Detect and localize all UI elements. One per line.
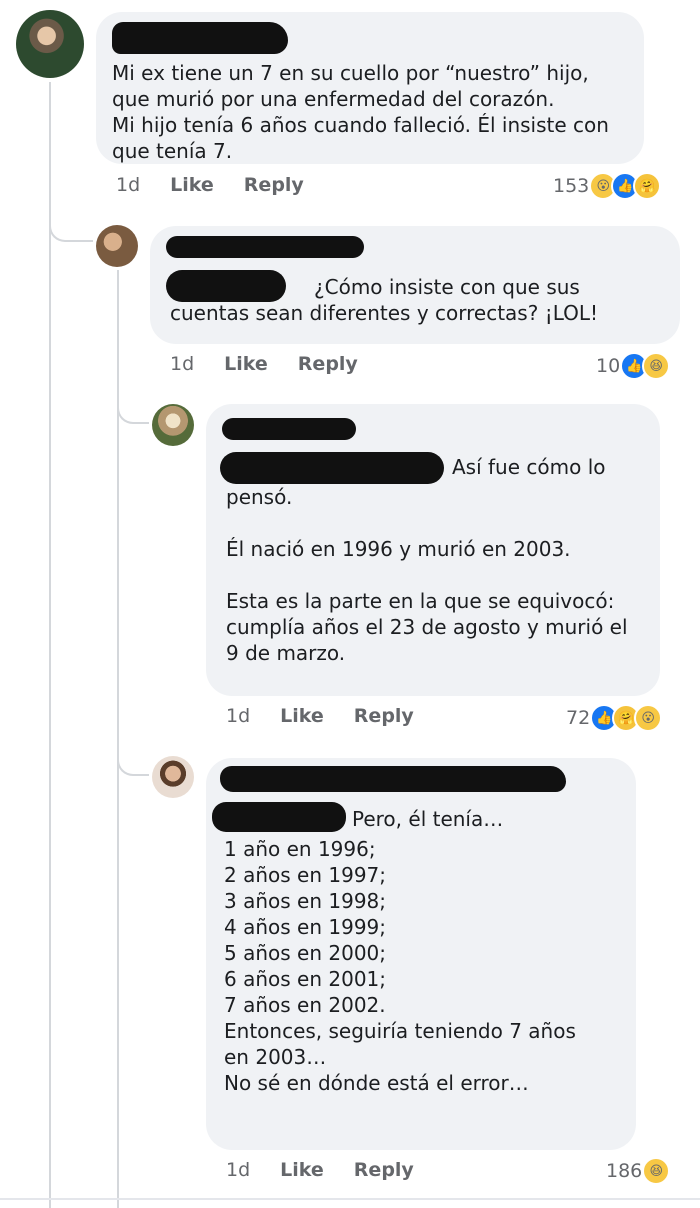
comment-actions: 1d Like Reply: [116, 174, 304, 196]
comment-time[interactable]: 1d: [116, 174, 140, 196]
comment-bubble: ¿Cómo insiste con que sus cuentas sean d…: [150, 226, 680, 344]
haha-icon: 😆: [642, 1157, 671, 1185]
reply-button[interactable]: Reply: [354, 705, 414, 727]
redacted-name: [112, 22, 288, 54]
wow-icon: 😮: [634, 704, 663, 732]
comment-time[interactable]: 1d: [170, 353, 194, 375]
bottom-divider: [0, 1198, 700, 1200]
comment-text: ¿Cómo insiste con que sus cuentas sean d…: [170, 275, 599, 325]
reply-button[interactable]: Reply: [244, 174, 304, 196]
redacted-tag: [220, 452, 444, 484]
thread-connector: [49, 222, 93, 242]
comment-text: pensó. Él nació en 1996 y murió en 2003.…: [226, 485, 628, 665]
reaction-count: 153: [553, 175, 590, 197]
reaction-count: 72: [566, 707, 591, 729]
care-icon: 🤗: [633, 172, 662, 200]
haha-icon: 😆: [642, 352, 671, 380]
avatar[interactable]: [16, 10, 84, 78]
comment-text: Mi ex tiene un 7 en su cuello por “nuest…: [112, 61, 609, 163]
like-button[interactable]: Like: [170, 174, 214, 196]
reaction-summary[interactable]: 153 😮 👍 🤗: [553, 172, 662, 200]
reaction-summary[interactable]: 186 😆: [606, 1157, 671, 1185]
redacted-tag: [212, 802, 346, 832]
redacted-name: [222, 418, 356, 440]
comment-time[interactable]: 1d: [226, 1159, 250, 1181]
comment-bubble: Mi ex tiene un 7 en su cuello por “nuest…: [96, 12, 644, 164]
comment-text-start: Así fue cómo lo: [452, 455, 606, 479]
comment-time[interactable]: 1d: [226, 705, 250, 727]
reaction-count: 10: [596, 355, 621, 377]
comment-text-start: Pero, él tenía…: [352, 807, 504, 831]
thread-line: [49, 82, 51, 1208]
thread-connector: [117, 404, 149, 424]
reaction-summary[interactable]: 10 👍 😆: [596, 352, 671, 380]
comment-actions: 1d Like Reply: [226, 705, 414, 727]
comment-actions: 1d Like Reply: [226, 1159, 414, 1181]
comment-actions: 1d Like Reply: [170, 353, 358, 375]
reply-button[interactable]: Reply: [298, 353, 358, 375]
reaction-summary[interactable]: 72 👍 🤗 😮: [566, 704, 663, 732]
reply-button[interactable]: Reply: [354, 1159, 414, 1181]
redacted-name: [166, 236, 364, 258]
avatar[interactable]: [96, 225, 138, 267]
like-button[interactable]: Like: [280, 1159, 324, 1181]
like-button[interactable]: Like: [224, 353, 268, 375]
reaction-count: 186: [606, 1160, 643, 1182]
avatar[interactable]: [152, 756, 194, 798]
comment-text: 1 año en 1996; 2 años en 1997; 3 años en…: [224, 837, 576, 1095]
thread-connector: [117, 756, 149, 776]
redacted-name: [220, 766, 566, 792]
comment-bubble: Así fue cómo lo pensó. Él nació en 1996 …: [206, 404, 660, 696]
comment-bubble: Pero, él tenía… 1 año en 1996; 2 años en…: [206, 758, 636, 1150]
like-button[interactable]: Like: [280, 705, 324, 727]
avatar[interactable]: [152, 404, 194, 446]
